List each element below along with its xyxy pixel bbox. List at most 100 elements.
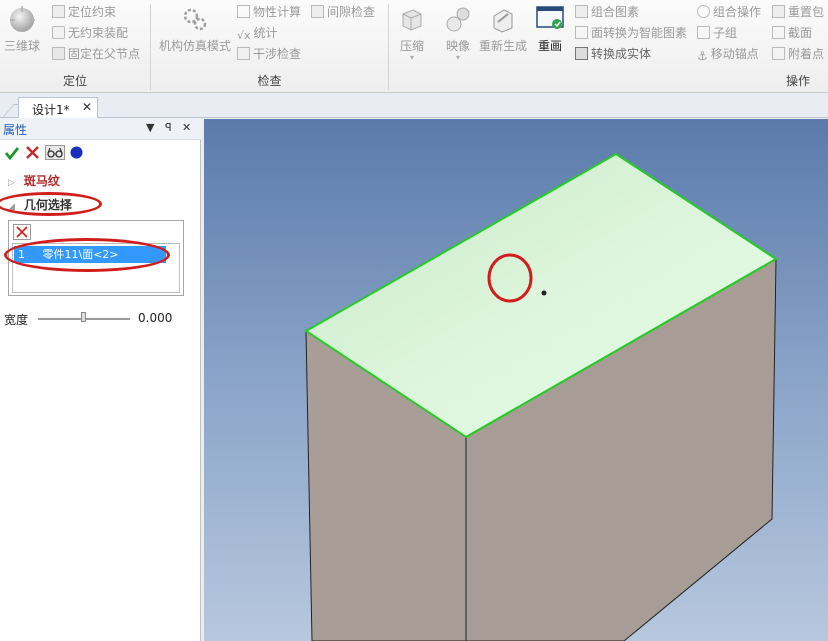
clear-selection-button[interactable] (13, 224, 31, 240)
3d-viewport[interactable] (204, 119, 828, 641)
convert-to-solid-label: 转换成实体 (591, 47, 652, 61)
solid-icon (575, 47, 588, 60)
redraw-button[interactable]: 重画 (535, 4, 565, 54)
cursor-dot (541, 290, 547, 296)
face-to-smart-feature-button[interactable]: 面转换为智能图素 (575, 23, 687, 43)
chevron-down-icon[interactable]: ▾ (397, 54, 427, 62)
ribbon-group-label-positioning: 定位 (62, 74, 87, 88)
ribbon: 三维球 定位约束 无约束装配 固定在父节点 定位 机构仿真模式 物性计算 间隙检… (0, 0, 828, 93)
convert-face-icon (575, 26, 588, 39)
three-d-ball-button[interactable]: 三维球 (4, 4, 40, 54)
expand-arrow-icon[interactable]: ▷ (8, 178, 15, 188)
ribbon-group-label-operations: 操作 (785, 74, 810, 88)
suppress-icon (402, 9, 422, 31)
scene (304, 152, 778, 641)
mirror-button[interactable]: 映像 ▾ (443, 4, 473, 62)
three-d-ball-label: 三维球 (4, 39, 41, 53)
width-slider-thumb[interactable] (81, 312, 86, 322)
document-tab-title: 设计1* (32, 103, 70, 117)
panel-toolbar (0, 142, 201, 164)
attach-point-button[interactable]: 附着点 (772, 44, 824, 64)
anchor-node-icon (52, 47, 65, 60)
statistics-button[interactable]: √x 统计 (237, 23, 278, 43)
combine-operation-icon (697, 5, 710, 18)
clearance-check-label: 间隙检查 (327, 5, 376, 19)
width-row: 宽度 0.000 (4, 310, 194, 328)
convert-to-solid-button[interactable]: 转换成实体 (575, 44, 651, 64)
interference-icon (237, 47, 250, 60)
combine-operation-label: 组合操作 (713, 5, 762, 19)
regenerate-icon (493, 9, 513, 33)
combine-operation-button[interactable]: 组合操作 (697, 2, 761, 22)
attach-point-label: 附着点 (788, 47, 825, 61)
reset-package-label: 重置包 (788, 5, 825, 19)
regenerate-label: 重新生成 (479, 39, 528, 53)
fix-at-parent-label: 固定在父节点 (68, 47, 141, 61)
move-anchor-button[interactable]: ⚓ 移动锚点 (697, 44, 759, 64)
mechanism-simulation-button[interactable]: 机构仿真模式 (159, 4, 231, 54)
mass-properties-label: 物性计算 (253, 5, 302, 19)
attach-point-icon (772, 47, 785, 60)
properties-panel: 属性 ▼ ꟼ ✕ ▷ 斑马纹 ◢ 几何选择 1 零件11\面<2> 宽度 0.0… (0, 118, 201, 641)
sphere-icon (10, 6, 35, 32)
tree-item-zebra-label: 斑马纹 (23, 174, 60, 188)
subgroup-icon (697, 26, 710, 39)
subgroup-label: 子组 (713, 26, 738, 40)
ribbon-group-positioning: 三维球 定位约束 无约束装配 固定在父节点 定位 (0, 0, 150, 93)
mass-properties-icon (237, 5, 250, 18)
chevron-down-icon[interactable]: ▾ (443, 54, 473, 62)
annotation-ellipse (0, 192, 102, 216)
blue-dot-icon[interactable] (69, 145, 84, 160)
constraint-icon (52, 5, 65, 18)
panel-title: 属性 (3, 123, 28, 137)
combine-icon (575, 5, 588, 18)
mechanism-simulation-label: 机构仿真模式 (159, 39, 232, 53)
pin-icon[interactable]: ꟼ (165, 121, 172, 134)
mirror-label: 映像 (445, 39, 470, 53)
cancel-icon[interactable] (25, 145, 40, 160)
tree-item-zebra[interactable]: ▷ 斑马纹 (8, 172, 60, 189)
ribbon-group-inspection: 机构仿真模式 物性计算 间隙检查 √x 统计 干涉检查 检查 (151, 0, 388, 93)
document-tab-strip: 设计1* ✕ (0, 94, 828, 118)
width-label: 宽度 (4, 313, 29, 327)
clearance-check-button[interactable]: 间隙检查 (311, 2, 375, 22)
suppress-label: 压缩 (399, 39, 424, 53)
ribbon-group-operations: 压缩 ▾ 映像 ▾ 重新生成 重画 组合图素 面转换为智能图素 转换成实体 组合… (389, 0, 828, 93)
combine-features-button[interactable]: 组合图素 (575, 2, 639, 22)
face-to-smart-feature-label: 面转换为智能图素 (591, 26, 688, 40)
annotation-ellipse (4, 238, 170, 272)
suppress-button[interactable]: 压缩 ▾ (397, 4, 427, 62)
position-constraint-label: 定位约束 (68, 5, 117, 19)
check-icon[interactable] (4, 145, 20, 161)
mass-properties-button[interactable]: 物性计算 (237, 2, 301, 22)
anchor-icon: ⚓ (697, 49, 708, 63)
reset-package-button[interactable]: 重置包 (772, 2, 824, 22)
regenerate-button[interactable]: 重新生成 (479, 4, 527, 54)
move-anchor-label: 移动锚点 (710, 47, 759, 61)
section-icon (772, 26, 785, 39)
section-label: 截面 (788, 26, 813, 40)
clear-selection-icon (16, 226, 28, 238)
interference-check-label: 干涉检查 (253, 47, 302, 61)
dropdown-icon[interactable]: ▼ (146, 121, 154, 134)
ribbon-group-label-inspection: 检查 (257, 74, 282, 88)
glasses-icon[interactable] (45, 145, 65, 160)
redraw-label: 重画 (537, 39, 562, 53)
document-tab[interactable]: 设计1* ✕ (18, 97, 98, 118)
sqrt-icon: √x (237, 29, 251, 42)
section-button[interactable]: 截面 (772, 23, 812, 43)
assembly-icon (52, 26, 65, 39)
subgroup-button[interactable]: 子组 (697, 23, 737, 43)
close-icon[interactable]: ✕ (182, 121, 191, 134)
panel-header: 属性 ▼ ꟼ ✕ (0, 118, 201, 140)
position-constraint-button[interactable]: 定位约束 (52, 2, 116, 22)
fix-at-parent-button[interactable]: 固定在父节点 (52, 44, 140, 64)
unconstrained-assembly-button[interactable]: 无约束装配 (52, 23, 128, 43)
close-icon[interactable]: ✕ (82, 100, 92, 114)
gears-icon (183, 8, 207, 31)
mirror-icon (446, 7, 470, 32)
width-value: 0.000 (138, 311, 173, 325)
reset-package-icon (772, 5, 785, 18)
interference-check-button[interactable]: 干涉检查 (237, 44, 301, 64)
combine-features-label: 组合图素 (591, 5, 640, 19)
